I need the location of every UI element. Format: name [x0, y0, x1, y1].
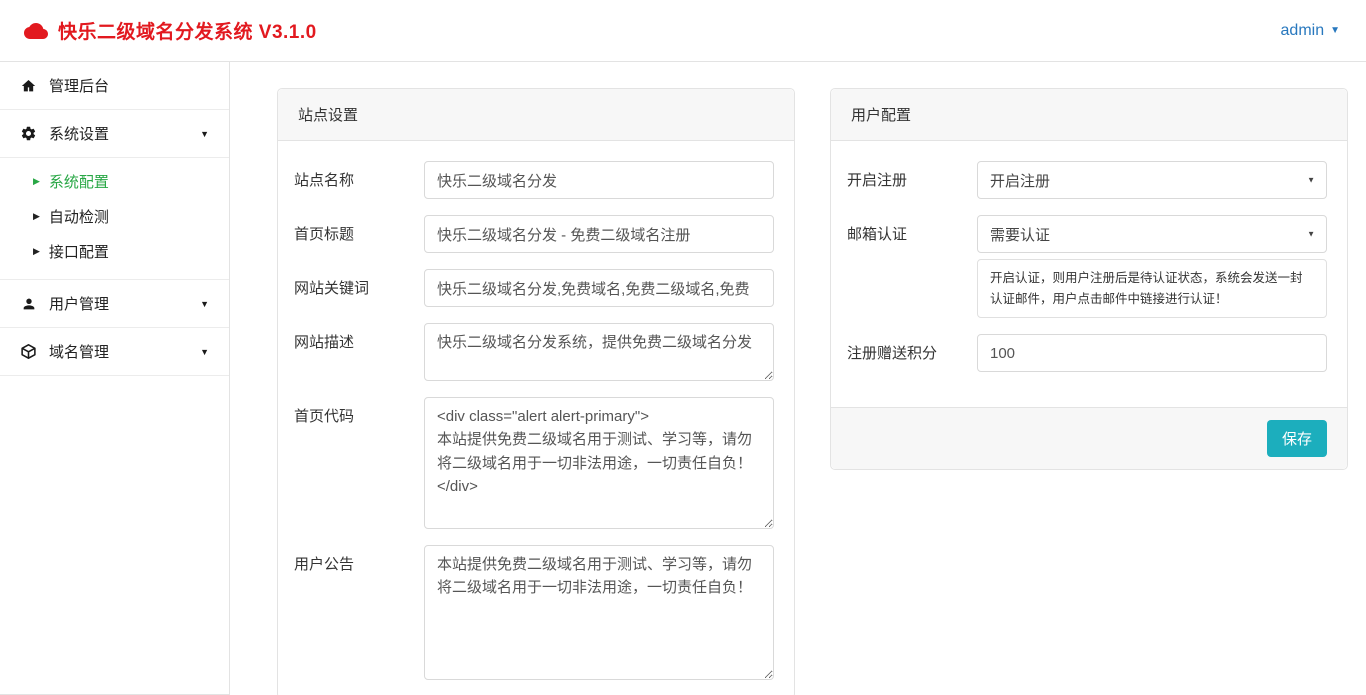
sidebar-item-label: 用户管理 — [49, 293, 109, 314]
user-dropdown[interactable]: admin ▼ — [1281, 22, 1340, 40]
username: admin — [1281, 22, 1325, 40]
register-points-label: 注册赠送积分 — [847, 334, 977, 372]
caret-down-icon: ▼ — [200, 129, 209, 139]
home-title-input[interactable] — [424, 215, 774, 253]
select-caret-icon: ▼ — [1307, 176, 1315, 185]
email-auth-select[interactable]: 需要认证 ▼ — [977, 215, 1327, 253]
sidebar-item-domain-management[interactable]: 域名管理 ▼ — [0, 328, 229, 376]
sidebar-item-label: 系统设置 — [49, 123, 109, 144]
select-caret-icon: ▼ — [1307, 230, 1315, 239]
home-code-label: 首页代码 — [294, 397, 424, 529]
card-title: 站点设置 — [278, 89, 794, 141]
sidebar-item-system-settings[interactable]: 系统设置 ▼ — [0, 110, 229, 158]
site-settings-card: 站点设置 站点名称 首页标题 网站关键词 — [277, 88, 795, 695]
gear-icon — [20, 125, 37, 142]
home-icon — [20, 78, 37, 94]
sidebar-item-user-management[interactable]: 用户管理 ▼ — [0, 280, 229, 328]
caret-down-icon: ▼ — [200, 299, 209, 309]
user-config-card: 用户配置 开启注册 开启注册 ▼ 邮箱认证 需要认证 — [830, 88, 1348, 470]
sidebar-subitem-system-config[interactable]: ▶ 系统配置 — [0, 164, 229, 199]
system-settings-submenu: ▶ 系统配置 ▶ 自动检测 ▶ 接口配置 — [0, 158, 229, 280]
caret-down-icon: ▼ — [200, 347, 209, 357]
card-title: 用户配置 — [831, 89, 1347, 141]
keywords-label: 网站关键词 — [294, 269, 424, 307]
home-code-textarea[interactable] — [424, 397, 774, 529]
sidebar: 管理后台 系统设置 ▼ ▶ 系统配置 ▶ 自动检测 ▶ 接口配置 — [0, 62, 230, 695]
sidebar-subitem-label: 自动检测 — [49, 206, 109, 227]
brand: 快乐二级域名分发系统 V3.1.0 — [24, 17, 317, 44]
announcement-textarea[interactable] — [424, 545, 774, 680]
main-content: 站点设置 站点名称 首页标题 网站关键词 — [230, 62, 1366, 695]
register-points-input[interactable] — [977, 334, 1327, 372]
sidebar-subitem-auto-detect[interactable]: ▶ 自动检测 — [0, 199, 229, 234]
email-auth-help: 开启认证，则用户注册后是待认证状态，系统会发送一封认证邮件，用户点击邮件中链接进… — [977, 259, 1327, 318]
sidebar-item-label: 管理后台 — [49, 75, 109, 96]
sidebar-subitem-label: 系统配置 — [49, 171, 109, 192]
home-title-label: 首页标题 — [294, 215, 424, 253]
caret-right-icon: ▶ — [33, 177, 40, 186]
app-title: 快乐二级域名分发系统 V3.1.0 — [58, 17, 317, 44]
caret-right-icon: ▶ — [33, 247, 40, 256]
email-auth-select-value: 需要认证 — [990, 227, 1050, 244]
description-label: 网站描述 — [294, 323, 424, 381]
site-name-input[interactable] — [424, 161, 774, 199]
card-footer: 保存 — [831, 407, 1347, 469]
sidebar-item-label: 域名管理 — [49, 341, 109, 362]
top-header: 快乐二级域名分发系统 V3.1.0 admin ▼ — [0, 0, 1366, 62]
sidebar-subitem-label: 接口配置 — [49, 241, 109, 262]
keywords-input[interactable] — [424, 269, 774, 307]
sidebar-item-dashboard[interactable]: 管理后台 — [0, 62, 229, 110]
email-auth-label: 邮箱认证 — [847, 215, 977, 318]
description-textarea[interactable] — [424, 323, 774, 381]
user-icon — [20, 296, 37, 312]
cube-icon — [20, 343, 37, 360]
register-select[interactable]: 开启注册 ▼ — [977, 161, 1327, 199]
register-select-value: 开启注册 — [990, 173, 1050, 190]
chevron-down-icon: ▼ — [1330, 26, 1340, 36]
site-name-label: 站点名称 — [294, 161, 424, 199]
sidebar-subitem-api-config[interactable]: ▶ 接口配置 — [0, 234, 229, 269]
caret-right-icon: ▶ — [33, 212, 40, 221]
register-label: 开启注册 — [847, 161, 977, 199]
cloud-icon — [24, 21, 48, 41]
save-button[interactable]: 保存 — [1267, 420, 1327, 457]
announcement-label: 用户公告 — [294, 545, 424, 680]
